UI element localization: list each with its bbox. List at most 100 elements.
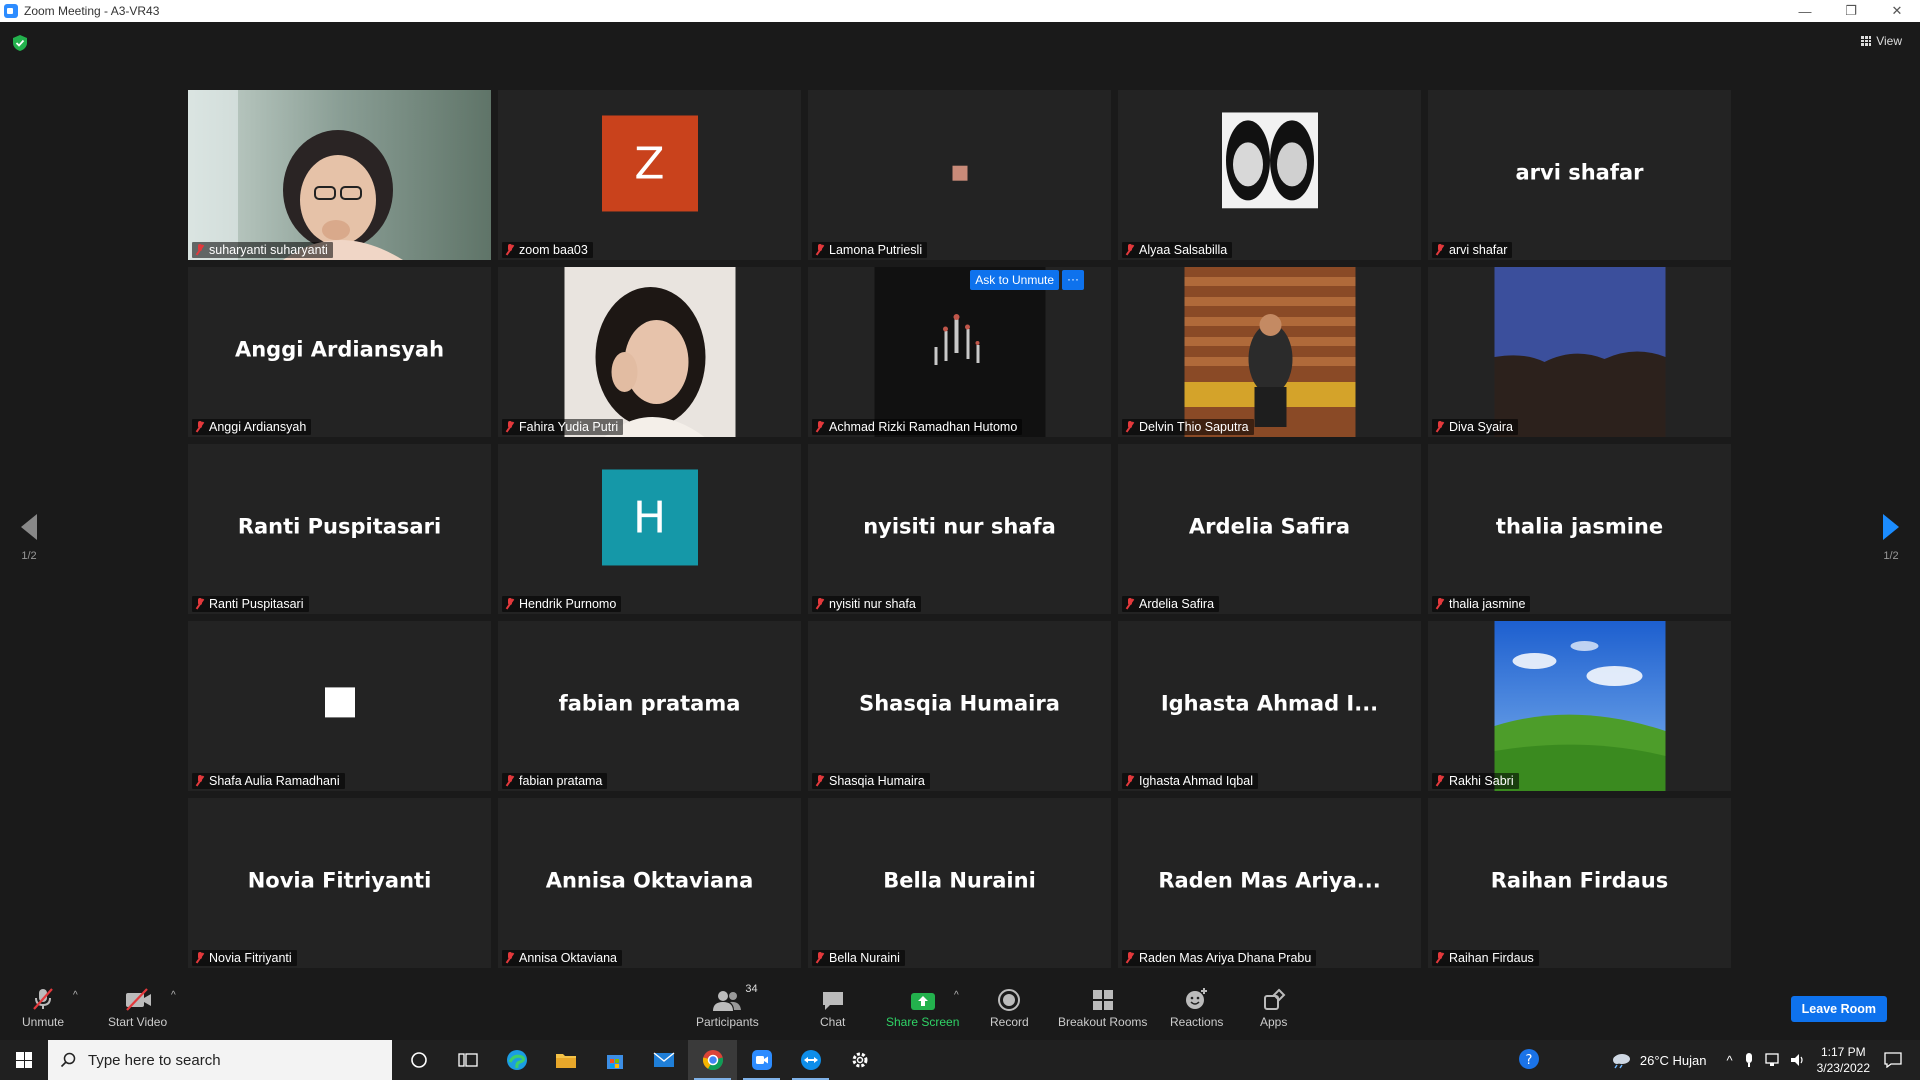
edge-app[interactable]: [492, 1040, 541, 1080]
mail-app[interactable]: [639, 1040, 688, 1080]
close-button[interactable]: ✕: [1874, 0, 1920, 22]
record-label: Record: [990, 1015, 1029, 1029]
window-title-bar: Zoom Meeting - A3-VR43 — ❐ ✕: [0, 0, 1920, 22]
notification-center-icon[interactable]: [1884, 1052, 1902, 1068]
zoom-app[interactable]: [737, 1040, 786, 1080]
participant-tile[interactable]: Fahira Yudia Putri: [498, 267, 801, 437]
share-screen-icon: [910, 993, 935, 1010]
participant-tile[interactable]: suharyanti suharyanti: [188, 90, 491, 260]
participant-tile[interactable]: Bella Nuraini Bella Nuraini: [808, 798, 1111, 968]
participant-tile[interactable]: Ranti Puspitasari Ranti Puspitasari: [188, 444, 491, 614]
file-explorer-app[interactable]: [541, 1040, 590, 1080]
settings-app[interactable]: [835, 1040, 884, 1080]
microphone-icon[interactable]: [1743, 1052, 1755, 1068]
video-options-caret[interactable]: ^: [171, 990, 176, 1001]
participant-tile[interactable]: Z zoom baa03: [498, 90, 801, 260]
participant-tile[interactable]: H Hendrik Purnomo: [498, 444, 801, 614]
participant-tile[interactable]: Annisa Oktaviana Annisa Oktaviana: [498, 798, 801, 968]
restore-button[interactable]: ❐: [1828, 0, 1874, 22]
start-video-button[interactable]: Start Video: [108, 986, 167, 1029]
participant-tile[interactable]: Anggi Ardiansyah Anggi Ardiansyah: [188, 267, 491, 437]
participant-tile[interactable]: Shafa Aulia Ramadhani: [188, 621, 491, 791]
participant-tile[interactable]: arvi shafar arvi shafar: [1428, 90, 1731, 260]
rain-cloud-icon: [1612, 1054, 1630, 1069]
mic-muted-icon: [505, 598, 515, 610]
clock-date: 3/23/2022: [1816, 1061, 1870, 1075]
avatar-image: [952, 165, 967, 181]
reactions-button[interactable]: Reactions: [1170, 986, 1223, 1029]
weather-text[interactable]: 26°C Hujan: [1640, 1053, 1707, 1068]
participant-tile[interactable]: Lamona Putriesli: [808, 90, 1111, 260]
participant-name-label: Shafa Aulia Ramadhani: [192, 773, 345, 789]
start-button[interactable]: [0, 1040, 48, 1080]
participant-display-name: Annisa Oktaviana: [545, 868, 754, 893]
mic-muted-icon: [815, 598, 825, 610]
participants-button[interactable]: 34 Participants: [696, 983, 759, 1029]
participant-name: Hendrik Purnomo: [519, 597, 617, 611]
participant-name-label: Novia Fitriyanti: [192, 950, 297, 966]
ask-to-unmute-button[interactable]: Ask to Unmute: [970, 270, 1059, 290]
audio-options-caret[interactable]: ^: [73, 990, 78, 1001]
zoom-icon: [751, 1050, 772, 1070]
participant-tile[interactable]: thalia jasmine thalia jasmine: [1428, 444, 1731, 614]
participant-tile[interactable]: Shasqia Humaira Shasqia Humaira: [808, 621, 1111, 791]
participant-name-label: zoom baa03: [502, 242, 593, 258]
teamviewer-app[interactable]: [786, 1040, 835, 1080]
share-screen-label: Share Screen: [886, 1015, 960, 1029]
share-screen-button[interactable]: Share Screen: [886, 986, 959, 1029]
participant-display-name: Ardelia Safira: [1188, 514, 1351, 539]
previous-page-button[interactable]: 1/2: [18, 514, 40, 562]
unmute-button[interactable]: Unmute: [22, 986, 64, 1029]
participant-tile[interactable]: Ighasta Ahmad I... Ighasta Ahmad Iqbal: [1118, 621, 1421, 791]
cortana-button[interactable]: [394, 1040, 443, 1080]
chat-button[interactable]: Chat: [820, 986, 845, 1029]
participant-name: thalia jasmine: [1449, 597, 1526, 611]
meeting-area: View 1/2 1/2 suharyanti suharyanti Z zoom…: [0, 22, 1920, 980]
participants-label: Participants: [696, 1015, 759, 1029]
participant-tile[interactable]: Raihan Firdaus Raihan Firdaus: [1428, 798, 1731, 968]
participant-tile[interactable]: Ask to Unmute ··· Achmad Rizki Ramadhan …: [808, 267, 1111, 437]
minimize-button[interactable]: —: [1782, 0, 1828, 22]
mic-muted-icon: [195, 952, 205, 964]
participant-tile[interactable]: Diva Syaira: [1428, 267, 1731, 437]
taskbar-search-box[interactable]: Type here to search: [48, 1040, 392, 1080]
participant-name-label: Annisa Oktaviana: [502, 950, 622, 966]
next-page-button[interactable]: 1/2: [1880, 514, 1902, 562]
store-app[interactable]: [590, 1040, 639, 1080]
participant-name-label: thalia jasmine: [1432, 596, 1531, 612]
encryption-shield-icon[interactable]: [13, 35, 27, 51]
participant-tile[interactable]: Delvin Thio Saputra: [1118, 267, 1421, 437]
participant-display-name: thalia jasmine: [1495, 514, 1664, 539]
leave-room-button[interactable]: Leave Room: [1790, 996, 1887, 1022]
participant-tile[interactable]: Alyaa Salsabilla: [1118, 90, 1421, 260]
breakout-rooms-button[interactable]: Breakout Rooms: [1058, 986, 1147, 1029]
participant-name: fabian pratama: [519, 774, 603, 788]
unmute-label: Unmute: [22, 1015, 65, 1029]
participant-name: Annisa Oktaviana: [519, 951, 617, 965]
apps-button[interactable]: Apps: [1260, 986, 1287, 1029]
share-options-caret[interactable]: ^: [954, 990, 959, 1001]
breakout-rooms-label: Breakout Rooms: [1058, 1015, 1148, 1029]
help-button[interactable]: ?: [1518, 1048, 1540, 1073]
tile-actions: Ask to Unmute ···: [970, 270, 1084, 290]
mic-muted-icon: [1435, 598, 1445, 610]
participant-tile[interactable]: Novia Fitriyanti Novia Fitriyanti: [188, 798, 491, 968]
participant-tile[interactable]: fabian pratama fabian pratama: [498, 621, 801, 791]
tray-chevron-icon[interactable]: ^: [1727, 1053, 1733, 1068]
participant-tile[interactable]: Raden Mas Ariya... Raden Mas Ariya Dhana…: [1118, 798, 1421, 968]
participant-name: Shafa Aulia Ramadhani: [209, 774, 340, 788]
clock[interactable]: 1:17 PM 3/23/2022: [1817, 1044, 1870, 1076]
participant-name-label: Bella Nuraini: [812, 950, 905, 966]
more-options-button[interactable]: ···: [1062, 270, 1084, 290]
participant-name: Ardelia Safira: [1139, 597, 1215, 611]
task-view-button[interactable]: [443, 1040, 492, 1080]
participant-tile[interactable]: Rakhi Sabri: [1428, 621, 1731, 791]
participant-tile[interactable]: nyisiti nur shafa nyisiti nur shafa: [808, 444, 1111, 614]
participant-name: Achmad Rizki Ramadhan Hutomo: [829, 420, 1018, 434]
record-button[interactable]: Record: [990, 986, 1029, 1029]
chrome-app[interactable]: [688, 1040, 737, 1080]
participant-tile[interactable]: Ardelia Safira Ardelia Safira: [1118, 444, 1421, 614]
speaker-icon[interactable]: [1789, 1052, 1807, 1068]
network-icon[interactable]: [1764, 1052, 1782, 1068]
view-button[interactable]: View: [1861, 34, 1902, 48]
